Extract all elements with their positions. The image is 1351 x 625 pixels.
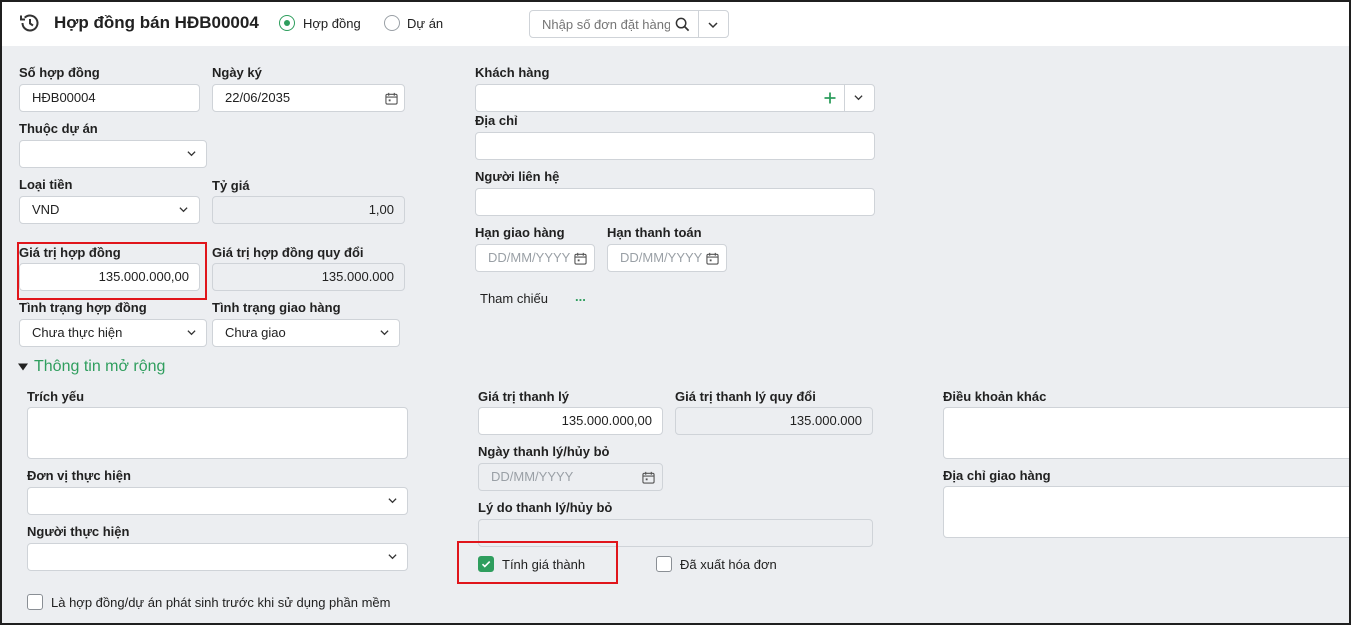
radio-project-label[interactable]: Dự án [407, 16, 443, 31]
project-select[interactable] [19, 140, 207, 168]
person-label: Người thực hiện [27, 524, 130, 539]
unit-select[interactable] [27, 487, 408, 515]
liquidation-date-label: Ngày thanh lý/hủy bỏ [478, 444, 610, 459]
extended-section-title[interactable]: Thông tin mở rộng [34, 358, 165, 376]
customer-divider [844, 85, 845, 111]
calendar-icon[interactable] [385, 92, 398, 105]
unit-label: Đơn vị thực hiện [27, 468, 131, 483]
project-label: Thuộc dự án [19, 121, 98, 136]
sign-date-input[interactable]: 22/06/2035 [212, 84, 405, 112]
chevron-down-icon[interactable] [388, 496, 397, 505]
history-icon[interactable] [18, 11, 42, 35]
rate-label: Tỷ giá [212, 178, 250, 193]
contact-input[interactable] [475, 188, 875, 216]
contract-status-select[interactable]: Chưa thực hiện [19, 319, 207, 347]
header-bar: Hợp đồng bán HĐB00004 Hợp đồng Dự án [2, 2, 1349, 46]
sign-date-value: 22/06/2035 [225, 90, 291, 105]
app-window: Hợp đồng bán HĐB00004 Hợp đồng Dự án Số … [0, 0, 1351, 625]
summary-label: Trích yếu [27, 389, 85, 404]
calendar-icon[interactable] [574, 252, 587, 265]
pre-software-checkbox[interactable] [27, 594, 43, 610]
person-select[interactable] [27, 543, 408, 571]
contract-status-value: Chưa thực hiện [32, 325, 123, 340]
chevron-down-icon[interactable] [187, 328, 196, 337]
invoiced-checkbox[interactable] [656, 556, 672, 572]
currency-value: VND [32, 202, 60, 217]
liquidation-converted-label: Giá trị thanh lý quy đổi [675, 389, 816, 404]
radio-project[interactable] [384, 15, 400, 31]
other-terms-label: Điều khoản khác [943, 389, 1047, 404]
chevron-down-icon[interactable] [179, 205, 188, 214]
calendar-icon[interactable] [642, 471, 655, 484]
address-label: Địa chỉ [475, 113, 518, 128]
delivery-deadline-label: Hạn giao hàng [475, 225, 565, 240]
customer-input[interactable] [475, 84, 875, 112]
search-divider [698, 11, 699, 37]
summary-textarea[interactable] [27, 407, 408, 459]
chevron-down-icon[interactable] [187, 149, 196, 158]
delivery-address-textarea[interactable] [943, 486, 1349, 538]
delivery-deadline-input[interactable]: DD/MM/YYYY [475, 244, 595, 272]
highlight-cost-calc [457, 541, 618, 584]
contract-status-label: Tình trạng hợp đồng [19, 300, 147, 315]
delivery-status-label: Tình trạng giao hàng [212, 300, 341, 315]
currency-select[interactable]: VND [19, 196, 200, 224]
delivery-status-value: Chưa giao [225, 325, 286, 340]
chevron-down-icon[interactable] [854, 93, 863, 102]
liquidation-reason-label: Lý do thanh lý/hủy bỏ [478, 500, 613, 515]
payment-deadline-input[interactable]: DD/MM/YYYY [607, 244, 727, 272]
delivery-status-select[interactable]: Chưa giao [212, 319, 400, 347]
liquidation-date-placeholder: DD/MM/YYYY [491, 469, 574, 484]
highlight-contract-value [17, 242, 207, 300]
currency-label: Loại tiền [19, 177, 73, 192]
chevron-down-icon[interactable] [388, 552, 397, 561]
payment-deadline-placeholder: DD/MM/YYYY [620, 250, 703, 265]
order-search-input[interactable] [530, 11, 670, 37]
radio-contract[interactable] [279, 15, 295, 31]
pre-software-label[interactable]: Là hợp đồng/dự án phát sinh trước khi sử… [51, 595, 390, 610]
other-terms-textarea[interactable] [943, 407, 1349, 459]
delivery-deadline-placeholder: DD/MM/YYYY [488, 250, 571, 265]
reference-label: Tham chiếu [480, 291, 548, 306]
liquidation-value-input[interactable]: 135.000.000,00 [478, 407, 663, 435]
rate-input[interactable]: 1,00 [212, 196, 405, 224]
liquidation-date-input[interactable]: DD/MM/YYYY [478, 463, 663, 491]
converted-value-input[interactable]: 135.000.000 [212, 263, 405, 291]
page-title: Hợp đồng bán HĐB00004 [54, 13, 259, 32]
chevron-down-icon[interactable] [708, 20, 718, 30]
address-input[interactable] [475, 132, 875, 160]
search-icon[interactable] [675, 17, 690, 32]
liquidation-value-label: Giá trị thanh lý [478, 389, 570, 404]
invoiced-label[interactable]: Đã xuất hóa đơn [680, 557, 777, 572]
contract-no-label: Số hợp đồng [19, 65, 100, 80]
chevron-down-icon[interactable] [380, 328, 389, 337]
caret-down-icon[interactable] [18, 362, 28, 372]
contact-label: Người liên hệ [475, 169, 560, 184]
payment-deadline-label: Hạn thanh toán [607, 225, 702, 240]
calendar-icon[interactable] [706, 252, 719, 265]
liquidation-converted-input[interactable]: 135.000.000 [675, 407, 873, 435]
sign-date-label: Ngày ký [212, 65, 262, 80]
reference-more-button[interactable]: ... [575, 289, 586, 304]
add-icon[interactable] [823, 91, 837, 105]
contract-no-input[interactable]: HĐB00004 [19, 84, 200, 112]
customer-label: Khách hàng [475, 65, 550, 80]
delivery-address-label: Địa chỉ giao hàng [943, 468, 1051, 483]
converted-value-label: Giá trị hợp đồng quy đổi [212, 245, 364, 260]
radio-contract-label[interactable]: Hợp đồng [303, 16, 361, 31]
order-search-box [529, 10, 729, 38]
